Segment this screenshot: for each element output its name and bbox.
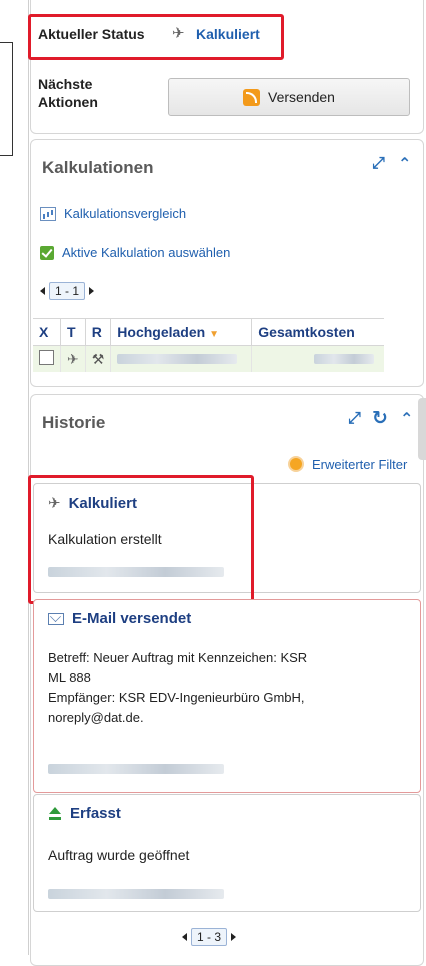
mail-icon — [48, 612, 64, 625]
send-button-label: Versenden — [268, 89, 335, 105]
chart-icon — [40, 206, 56, 221]
blurred-timestamp — [48, 889, 224, 899]
kalkulationen-pager[interactable]: 1 - 1 — [40, 282, 95, 300]
collapse-chevron-icon[interactable]: ⌃ — [400, 409, 413, 429]
card-text: Auftrag wurde geöffnet — [48, 847, 190, 863]
blurred-timestamp — [48, 764, 224, 774]
kalkulationen-title: Kalkulationen — [42, 158, 154, 177]
left-edge-frame — [0, 42, 13, 156]
select-active-calculation-link[interactable]: Aktive Kalkulation auswählen — [40, 245, 230, 260]
card-title: Erfasst — [48, 805, 121, 822]
pager-value: 1 - 3 — [191, 928, 228, 946]
col-r[interactable]: R — [85, 318, 112, 346]
table-header: X T R Hochgeladen ▼ Gesamtkosten — [33, 318, 385, 346]
pager-next-icon[interactable] — [231, 933, 237, 941]
col-x[interactable]: X — [33, 318, 61, 346]
extended-filter-link[interactable]: Erweiterter Filter — [288, 456, 407, 472]
col-gesamtkosten[interactable]: Gesamtkosten — [251, 318, 385, 346]
historie-pager[interactable]: 1 - 3 — [182, 928, 237, 946]
pager-prev-icon[interactable] — [182, 933, 187, 941]
table-row[interactable]: ✈ ⚒ — [33, 345, 385, 372]
col-hochgeladen[interactable]: Hochgeladen ▼ — [110, 318, 253, 346]
wrench-icon: ✈ — [172, 25, 185, 42]
next-actions-label: Nächste Aktionen — [38, 76, 98, 110]
blurred-total-cost — [314, 354, 375, 364]
expand-icon[interactable]: ⤢ — [348, 410, 361, 428]
history-card-erfasst[interactable]: Erfasst Auftrag wurde geöffnet — [33, 794, 421, 912]
card-text: Betreff: Neuer Auftrag mit Kennzeichen: … — [48, 650, 308, 725]
blurred-upload-date — [117, 354, 238, 364]
filter-icon — [288, 456, 304, 472]
sort-down-icon: ▼ — [209, 329, 219, 340]
tools-icon: ⚒ — [85, 345, 112, 372]
refresh-icon[interactable]: ↻ — [372, 407, 388, 430]
pager-prev-icon[interactable] — [40, 287, 45, 295]
status-label: Aktueller Status — [38, 26, 145, 42]
send-button[interactable]: Versenden — [168, 78, 410, 116]
history-card-email[interactable]: E-Mail versendet Betreff: Neuer Auftrag … — [33, 599, 421, 793]
side-scroll-handle[interactable] — [418, 398, 426, 460]
kalkulationsvergleich-link[interactable]: Kalkulationsvergleich — [40, 206, 186, 221]
card-title: E-Mail versendet — [48, 610, 191, 627]
expand-icon[interactable]: ⤢ — [372, 155, 385, 173]
pager-value: 1 - 1 — [49, 282, 86, 300]
status-value[interactable]: Kalkuliert — [196, 26, 260, 42]
col-t[interactable]: T — [60, 318, 86, 346]
calc-type-icon: ✈ — [60, 345, 86, 372]
upload-icon — [48, 806, 62, 821]
pager-next-icon[interactable] — [89, 287, 95, 295]
history-highlight-box — [28, 475, 254, 604]
row-checkbox[interactable] — [39, 350, 54, 365]
rss-icon — [243, 88, 261, 106]
green-check-icon — [40, 245, 54, 260]
historie-title: Historie — [42, 413, 106, 432]
collapse-chevron-icon[interactable]: ⌃ — [398, 154, 411, 174]
kalkulationen-table: X T R Hochgeladen ▼ Gesamtkosten ✈ ⚒ — [33, 318, 385, 372]
